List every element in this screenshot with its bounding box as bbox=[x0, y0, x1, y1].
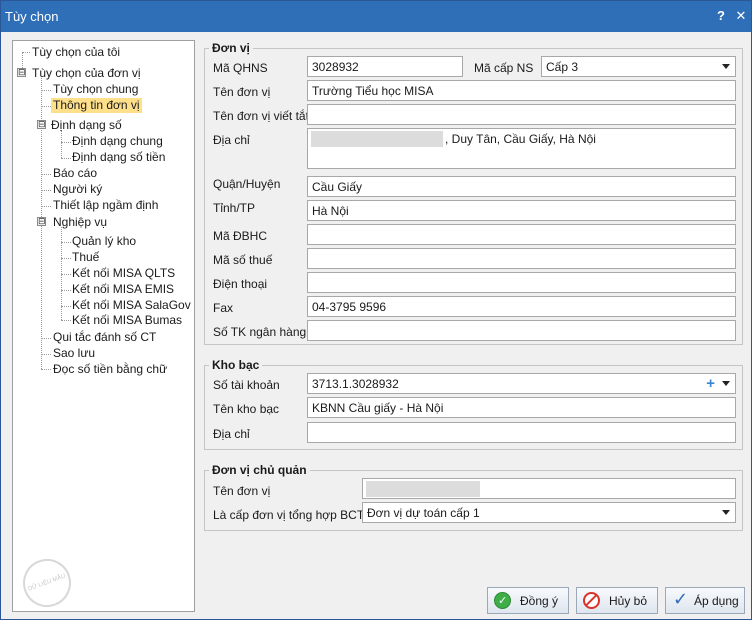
tree-item-signers[interactable]: Người ký bbox=[53, 182, 102, 197]
ma-qhns-input[interactable]: 3028932 bbox=[307, 56, 463, 77]
tree-item-inventory[interactable]: Quản lý kho bbox=[72, 234, 136, 249]
dia-chi-value: , Duy Tân, Cầu Giấy, Hà Nội bbox=[445, 132, 596, 146]
expand-number-format-icon[interactable]: ⊟ bbox=[37, 120, 46, 129]
expand-business-icon[interactable]: ⊟ bbox=[37, 217, 46, 226]
ma-cap-ns-select[interactable]: Cấp 3 bbox=[541, 56, 736, 77]
tree-item-tax[interactable]: Thuế bbox=[72, 250, 99, 265]
tree-item-business[interactable]: Nghiệp vụ bbox=[53, 215, 107, 230]
quan-huyen-input[interactable]: Cầu Giấy bbox=[307, 176, 736, 197]
cancel-icon bbox=[583, 592, 600, 609]
cap-tong-hop-label: Là cấp đơn vị tổng hợp BCTC bbox=[213, 508, 373, 522]
plus-icon[interactable]: + bbox=[706, 375, 715, 392]
tree-item-misa-emis[interactable]: Kết nối MISA EMIS bbox=[72, 282, 174, 297]
ten-viet-tat-label: Tên đơn vị viết tắt bbox=[213, 109, 309, 123]
ma-cap-ns-label: Mã cấp NS bbox=[474, 61, 534, 75]
chevron-down-icon[interactable] bbox=[722, 510, 730, 515]
chevron-down-icon[interactable] bbox=[722, 381, 730, 386]
apply-button-label: Áp dụng bbox=[694, 594, 739, 608]
tree-item-general-format[interactable]: Định dạng chung bbox=[72, 134, 163, 149]
tinh-tp-label: Tỉnh/TP bbox=[213, 201, 256, 215]
unit-group-title: Đơn vị bbox=[209, 41, 253, 55]
tree-item-numbering-rules[interactable]: Qui tắc đánh số CT bbox=[53, 330, 156, 345]
options-tree: ⊟ ⊟ ⊟ Tùy chọn của tôi Tùy chọn của đơn … bbox=[12, 40, 195, 614]
dien-thoai-input[interactable] bbox=[307, 272, 736, 293]
so-tai-khoan-value: 3713.1.3028932 bbox=[312, 377, 399, 391]
tree-item-misa-bumas[interactable]: Kết nối MISA Bumas bbox=[72, 313, 182, 328]
redacted-address bbox=[311, 131, 443, 147]
so-tk-ngan-hang-label: Số TK ngân hàng bbox=[213, 325, 307, 339]
ten-don-vi-label: Tên đơn vị bbox=[213, 85, 271, 99]
ten-kho-bac-label: Tên kho bạc bbox=[213, 402, 280, 416]
tree-item-my-options[interactable]: Tùy chọn của tôi bbox=[32, 45, 120, 60]
treasury-group-title: Kho bạc bbox=[209, 358, 263, 372]
redacted-unit-name bbox=[366, 481, 480, 497]
close-icon[interactable]: ✕ bbox=[733, 7, 749, 25]
ma-so-thue-input[interactable] bbox=[307, 248, 736, 269]
tree-item-number-format[interactable]: Định dạng số bbox=[51, 118, 122, 133]
cancel-button[interactable]: Hủy bỏ bbox=[576, 587, 658, 614]
tree-item-amount-in-words[interactable]: Đọc số tiền bằng chữ bbox=[53, 362, 167, 377]
dien-thoai-label: Điện thoại bbox=[213, 277, 268, 291]
fax-input[interactable]: 04-3795 9596 bbox=[307, 296, 736, 317]
so-tk-ngan-hang-input[interactable] bbox=[307, 320, 736, 341]
governing-unit-group-title: Đơn vị chủ quản bbox=[209, 463, 310, 477]
quan-huyen-label: Quận/Huyện bbox=[213, 177, 281, 191]
tree-item-unit-options[interactable]: Tùy chọn của đơn vị bbox=[32, 66, 141, 81]
cancel-button-label: Hủy bỏ bbox=[609, 594, 648, 608]
tree-item-money-format[interactable]: Định dạng số tiền bbox=[72, 150, 165, 165]
chu-quan-ten-input[interactable] bbox=[362, 478, 736, 499]
help-icon[interactable]: ? bbox=[713, 7, 729, 25]
apply-check-icon bbox=[672, 589, 689, 610]
ma-qhns-label: Mã QHNS bbox=[213, 61, 268, 75]
ten-don-vi-input[interactable]: Trường Tiểu học MISA bbox=[307, 80, 736, 101]
so-tai-khoan-select[interactable]: 3713.1.3028932 + bbox=[307, 373, 736, 394]
tree-item-general-options[interactable]: Tùy chọn chung bbox=[53, 82, 138, 97]
ma-cap-ns-value: Cấp 3 bbox=[546, 60, 579, 74]
tree-item-reports[interactable]: Báo cáo bbox=[53, 166, 97, 181]
tree-item-misa-qlts[interactable]: Kết nối MISA QLTS bbox=[72, 266, 175, 281]
tree-item-defaults[interactable]: Thiết lập ngầm định bbox=[53, 198, 158, 213]
ma-dbhc-input[interactable] bbox=[307, 224, 736, 245]
chevron-down-icon[interactable] bbox=[722, 64, 730, 69]
sample-data-stamp: DỮ LIỆU MẪU bbox=[16, 552, 78, 614]
ma-dbhc-label: Mã ĐBHC bbox=[213, 229, 268, 243]
kho-bac-dia-chi-label: Địa chỉ bbox=[213, 427, 250, 441]
ok-check-icon bbox=[494, 592, 511, 609]
tree-item-backup[interactable]: Sao lưu bbox=[53, 346, 95, 361]
cap-tong-hop-select[interactable]: Đơn vị dự toán cấp 1 bbox=[362, 502, 736, 523]
ten-kho-bac-input[interactable]: KBNN Cầu giấy - Hà Nội bbox=[307, 397, 736, 418]
window-title: Tùy chọn bbox=[5, 9, 59, 24]
title-bar: Tùy chọn ? ✕ bbox=[1, 1, 751, 32]
kho-bac-dia-chi-input[interactable] bbox=[307, 422, 736, 443]
tree-item-misa-salagov[interactable]: Kết nối MISA SalaGov bbox=[72, 298, 191, 313]
ten-viet-tat-input[interactable] bbox=[307, 104, 736, 125]
ok-button-label: Đồng ý bbox=[520, 594, 559, 608]
tree-item-unit-info[interactable]: Thông tin đơn vị bbox=[51, 98, 142, 113]
apply-button[interactable]: Áp dụng bbox=[665, 587, 745, 614]
cap-tong-hop-value: Đơn vị dự toán cấp 1 bbox=[367, 506, 480, 520]
ma-so-thue-label: Mã số thuế bbox=[213, 253, 273, 267]
tinh-tp-input[interactable]: Hà Nội bbox=[307, 200, 736, 221]
chu-quan-ten-label: Tên đơn vị bbox=[213, 484, 271, 498]
expand-unit-options-icon[interactable]: ⊟ bbox=[17, 68, 26, 77]
ok-button[interactable]: Đồng ý bbox=[487, 587, 569, 614]
so-tai-khoan-label: Số tài khoản bbox=[213, 378, 280, 392]
dia-chi-label: Địa chỉ bbox=[213, 133, 250, 147]
fax-label: Fax bbox=[213, 301, 234, 315]
options-dialog: Tùy chọn ? ✕ ⊟ ⊟ ⊟ Tùy chọn của tôi Tùy … bbox=[0, 0, 752, 620]
dia-chi-input[interactable]: , Duy Tân, Cầu Giấy, Hà Nội bbox=[307, 128, 736, 169]
